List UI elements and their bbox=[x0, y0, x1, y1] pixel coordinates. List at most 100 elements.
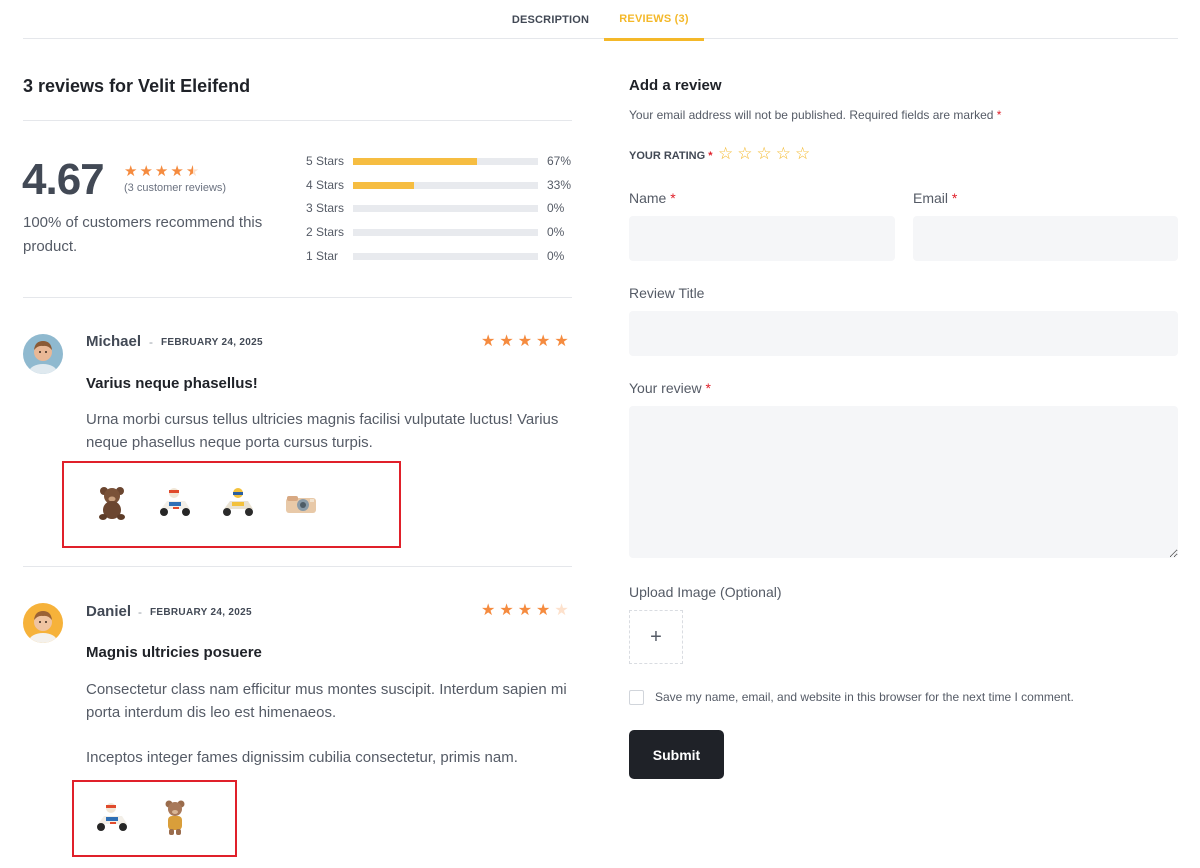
rating-bar-row: 3 Stars 0% bbox=[306, 199, 572, 217]
rating-bar-row: 1 Star 0% bbox=[306, 247, 572, 265]
review-title: Varius neque phasellus! bbox=[86, 375, 258, 392]
review-title: Magnis ultricies posuere bbox=[86, 644, 262, 661]
rating-bar-label: 4 Stars bbox=[306, 178, 345, 192]
required-mark: * bbox=[705, 380, 711, 396]
required-mark: * bbox=[996, 108, 1002, 122]
star-icon: ★ bbox=[554, 333, 569, 350]
upload-image-button[interactable]: + bbox=[629, 610, 683, 664]
separator-dash: - bbox=[149, 335, 153, 349]
reviews-heading: 3 reviews for Velit Eleifend bbox=[23, 76, 251, 96]
review-image-race-car-toy[interactable] bbox=[92, 798, 132, 838]
rating-input[interactable]: ☆ ☆ ☆ ☆ ☆ bbox=[718, 145, 810, 162]
separator-dash: - bbox=[138, 605, 142, 619]
review-title-label: Review Title bbox=[629, 285, 705, 301]
average-rating: 4.67 bbox=[22, 155, 105, 204]
review-author: Michael bbox=[86, 333, 142, 350]
required-mark: * bbox=[708, 150, 713, 162]
name-field[interactable] bbox=[629, 216, 895, 261]
add-review-heading: Add a review bbox=[629, 77, 722, 94]
review-text: Consectetur class nam efficitur mus mont… bbox=[86, 681, 567, 721]
review-text: Urna morbi cursus tellus ultricies magni… bbox=[86, 411, 559, 451]
tab-bar: DESCRIPTION REVIEWS (3) bbox=[23, 0, 1178, 41]
rating-bar-track bbox=[353, 157, 538, 165]
email-label-text: Email bbox=[913, 190, 949, 206]
star-empty-icon: ★ bbox=[554, 602, 569, 619]
upload-label: Upload Image (Optional) bbox=[629, 584, 782, 600]
save-info-checkbox[interactable] bbox=[629, 690, 644, 705]
star-icon: ★ bbox=[536, 333, 551, 350]
star-icon: ★ bbox=[499, 333, 514, 350]
star-icon: ★ bbox=[124, 163, 138, 180]
star-icon: ★ bbox=[517, 333, 533, 350]
rating-bar-fill bbox=[353, 181, 415, 189]
rating-bar-track bbox=[353, 252, 538, 260]
review-image-teddy-bear[interactable] bbox=[92, 483, 132, 523]
name-label-text: Name bbox=[629, 190, 667, 206]
your-rating-label: YOUR RATING * bbox=[629, 150, 713, 162]
rating-bar-row: 5 Stars 67% bbox=[306, 152, 572, 170]
name-label: Name * bbox=[629, 190, 676, 206]
divider bbox=[23, 120, 572, 121]
rating-star-4-icon[interactable]: ☆ bbox=[776, 145, 791, 162]
review-image-race-car-toy[interactable] bbox=[155, 483, 195, 523]
rating-bar-fill bbox=[353, 157, 477, 165]
rating-bar-label: 1 Star bbox=[306, 249, 339, 263]
rating-bar-percent: 0% bbox=[547, 249, 565, 263]
review-date: FEBRUARY 24, 2025 bbox=[161, 337, 263, 348]
star-icon: ★ bbox=[154, 163, 169, 180]
star-half-icon: ★ bbox=[185, 163, 200, 180]
star-icon: ★ bbox=[139, 163, 153, 180]
avatar bbox=[23, 603, 63, 643]
email-label: Email * bbox=[913, 190, 957, 206]
rating-bar-track bbox=[353, 228, 538, 236]
required-notice: Your email address will not be published… bbox=[629, 108, 1001, 122]
required-mark: * bbox=[951, 190, 958, 206]
review-stars: ★ ★ ★ ★ ★ bbox=[481, 334, 569, 350]
save-info-label: Save my name, email, and website in this… bbox=[655, 690, 1074, 704]
email-field[interactable] bbox=[913, 216, 1178, 261]
rating-star-3-icon[interactable]: ☆ bbox=[757, 145, 772, 162]
review-image-race-car-toy-yellow[interactable] bbox=[218, 483, 258, 523]
rating-bar-track bbox=[353, 181, 538, 189]
notice-text: Your email address will not be published… bbox=[629, 108, 994, 122]
recommend-text: 100% of customers recommend this product… bbox=[23, 214, 263, 255]
rating-bar-row: 4 Stars 33% bbox=[306, 176, 572, 194]
rating-label-text: YOUR RATING bbox=[629, 150, 706, 162]
tab-description[interactable]: DESCRIPTION bbox=[498, 0, 603, 39]
rating-star-5-icon[interactable]: ☆ bbox=[795, 145, 810, 162]
rating-star-2-icon[interactable]: ☆ bbox=[737, 145, 752, 162]
review-textarea[interactable] bbox=[629, 406, 1178, 558]
review-image-toy-camera[interactable] bbox=[281, 483, 321, 523]
review-stars: ★ ★ ★ ★ ★ bbox=[481, 603, 569, 619]
tab-reviews[interactable]: REVIEWS (3) bbox=[604, 0, 704, 41]
star-icon: ★ bbox=[170, 163, 184, 180]
review-date: FEBRUARY 24, 2025 bbox=[150, 607, 252, 618]
review-author: Daniel bbox=[86, 603, 132, 620]
review-title-field[interactable] bbox=[629, 311, 1178, 356]
rating-bar-percent: 0% bbox=[547, 225, 565, 239]
rating-bar-label: 2 Stars bbox=[306, 225, 345, 239]
rating-star-1-icon[interactable]: ☆ bbox=[718, 145, 733, 162]
rating-bar-percent: 0% bbox=[547, 201, 565, 215]
star-icon: ★ bbox=[481, 602, 496, 619]
rating-bar-percent: 67% bbox=[547, 154, 572, 168]
rating-bar-label: 3 Stars bbox=[306, 201, 345, 215]
star-icon: ★ bbox=[517, 602, 533, 619]
review-image-teddy-bear-overalls[interactable] bbox=[155, 798, 195, 838]
star-icon: ★ bbox=[536, 602, 551, 619]
review-label-text: Your review bbox=[629, 380, 702, 396]
star-icon: ★ bbox=[499, 602, 514, 619]
customer-review-count: (3 customer reviews) bbox=[124, 182, 227, 194]
star-icon: ★ bbox=[481, 333, 496, 350]
your-review-label: Your review * bbox=[629, 380, 711, 396]
submit-button[interactable]: Submit bbox=[629, 730, 724, 779]
rating-bar-percent: 33% bbox=[547, 178, 572, 192]
required-mark: * bbox=[670, 190, 676, 206]
rating-bar-track bbox=[353, 204, 538, 212]
divider bbox=[23, 566, 572, 567]
avatar bbox=[23, 334, 63, 374]
rating-bar-label: 5 Stars bbox=[306, 154, 345, 168]
average-stars: ★ ★ ★ ★ ★ bbox=[124, 164, 199, 180]
plus-icon: + bbox=[650, 625, 662, 648]
review-text: Inceptos integer fames dignissim cubilia… bbox=[86, 749, 518, 766]
